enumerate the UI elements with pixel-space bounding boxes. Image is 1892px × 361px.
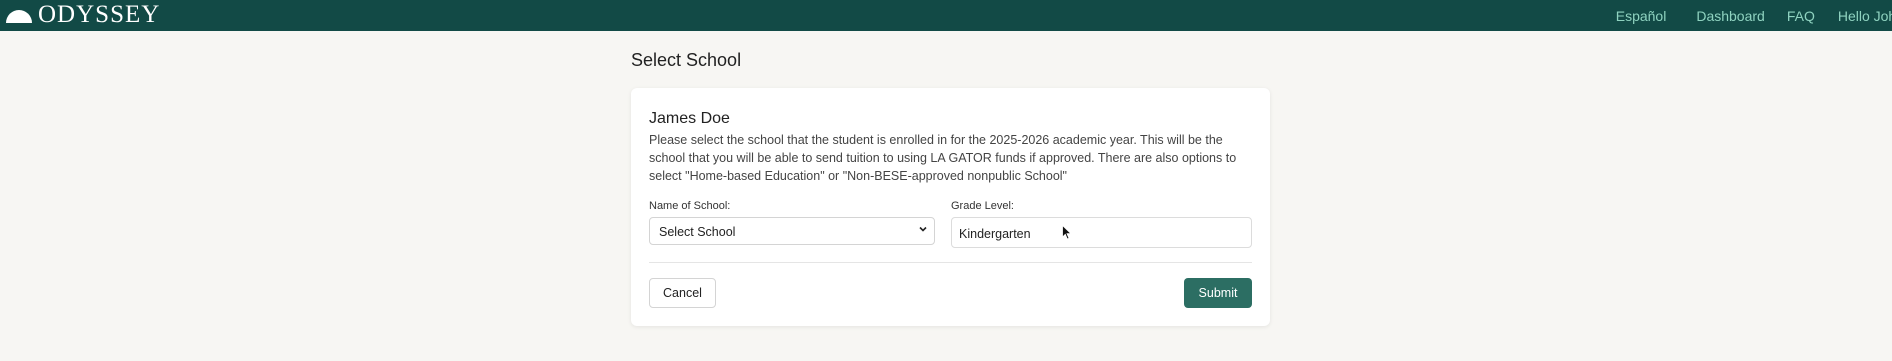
nav-dashboard-link[interactable]: Dashboard: [1696, 8, 1765, 24]
instructions-text: Please select the school that the studen…: [649, 133, 1237, 183]
logo-text: ODYSSEY: [38, 1, 161, 28]
school-select-value: Select School: [659, 225, 736, 239]
grade-field-label: Grade Level:: [951, 200, 1014, 212]
student-name: James Doe: [649, 110, 730, 127]
divider: [649, 262, 1252, 263]
mouse-cursor-icon: [1062, 225, 1072, 240]
chevron-down-icon: [919, 226, 927, 232]
cancel-button[interactable]: Cancel: [649, 278, 716, 308]
select-school-card: James Doe Please select the school that …: [631, 88, 1270, 326]
logo-mark-icon: [6, 9, 32, 23]
submit-button[interactable]: Submit: [1184, 278, 1252, 308]
user-greeting-menu[interactable]: Hello John: [1838, 8, 1892, 24]
grade-level-field[interactable]: Kindergarten: [951, 217, 1252, 248]
grade-level-value: Kindergarten: [959, 227, 1031, 241]
nav-faq-link[interactable]: FAQ: [1787, 8, 1815, 24]
nav-espanol-link[interactable]: Español: [1616, 8, 1667, 24]
school-field-label: Name of School:: [649, 200, 731, 212]
logo[interactable]: ODYSSEY: [6, 1, 161, 28]
nav-links: Español Dashboard FAQ Hello John: [1616, 0, 1892, 31]
top-navbar: ODYSSEY Español Dashboard FAQ Hello John: [0, 0, 1892, 31]
school-select[interactable]: Select School: [649, 217, 935, 245]
page-title: Select School: [631, 50, 742, 70]
